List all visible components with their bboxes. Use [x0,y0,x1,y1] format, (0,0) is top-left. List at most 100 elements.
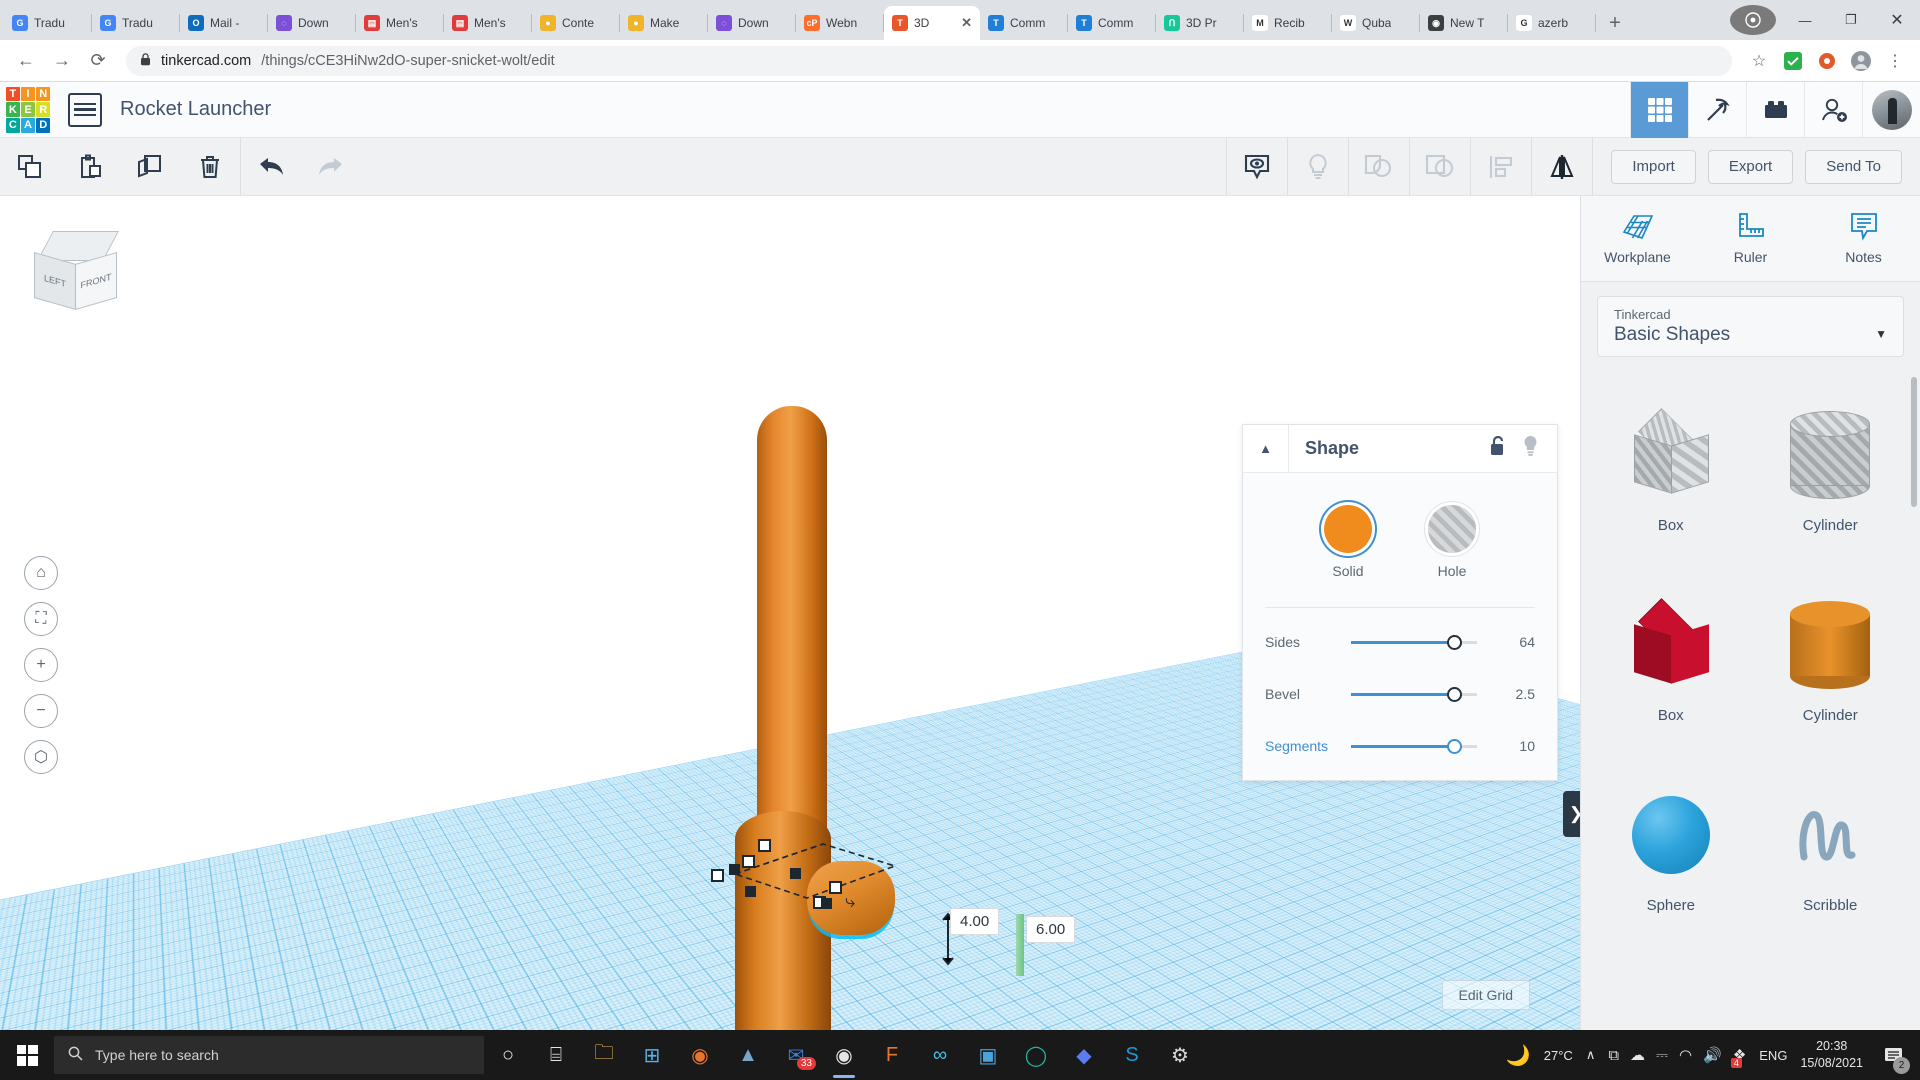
hole-swatch[interactable] [1428,505,1476,553]
light-button[interactable] [1288,138,1348,196]
flashprint-icon[interactable]: F [868,1030,916,1080]
slider-track[interactable] [1351,693,1477,696]
reload-button[interactable]: ⟳ [82,45,114,77]
redo-button[interactable] [301,138,361,196]
browser-tab[interactable]: cPWebn [796,6,884,40]
new-tab-button[interactable]: + [1600,8,1630,38]
solid-swatch[interactable] [1324,505,1372,553]
unlock-icon[interactable] [1489,435,1508,462]
chrome-icon[interactable]: ◉ [820,1030,868,1080]
chevron-down-icon[interactable]: ▼ [1875,327,1887,341]
browser-tab[interactable]: TComm [980,6,1068,40]
browser-tab[interactable]: Ո3D Pr [1156,6,1244,40]
resize-handle[interactable] [742,855,755,868]
browser-tab[interactable]: Gazerb [1508,6,1596,40]
center-handle[interactable] [790,868,801,879]
undo-button[interactable] [241,138,301,196]
ungroup-button[interactable] [1410,138,1470,196]
group-button[interactable] [1349,138,1409,196]
duplicate-button[interactable] [120,138,180,196]
infinity-icon[interactable]: ∞ [916,1030,964,1080]
volume-icon[interactable]: 🔊 [1703,1046,1722,1064]
zoom-out-button[interactable]: − [24,694,58,728]
search-input[interactable]: Type here to search [54,1036,484,1074]
shape-library-item[interactable]: Box [1591,565,1751,755]
export-button[interactable]: Export [1708,150,1793,184]
diamond-icon[interactable]: ◆ [1060,1030,1108,1080]
skype-icon[interactable]: S [1108,1030,1156,1080]
zoom-in-button[interactable]: + [24,648,58,682]
browser-tab[interactable]: GTradu [92,6,180,40]
lego-brick-icon[interactable] [1746,82,1804,138]
moon-icon[interactable]: 🌙 [1506,1043,1531,1068]
browser-tab[interactable]: TComm [1068,6,1156,40]
browser-tab[interactable]: ▤Men's [444,6,532,40]
project-list-button[interactable] [68,93,102,127]
barrel-shape[interactable] [757,406,827,856]
slider-knob[interactable] [1447,635,1462,650]
sidebar-item-workplane[interactable]: Workplane [1581,196,1694,281]
window-minimize-button[interactable]: — [1782,0,1828,40]
browser-tab[interactable]: ●Conte [532,6,620,40]
action-center-button[interactable]: 2 [1876,1030,1910,1080]
task-view-icon[interactable]: ⌸ [532,1030,580,1080]
light-bulb-icon[interactable] [1522,435,1539,462]
sidebar-item-ruler[interactable]: Ruler [1694,196,1807,281]
back-button[interactable]: ← [10,45,42,77]
page-title[interactable]: Rocket Launcher [120,98,271,121]
browser-tab[interactable]: ●Make [620,6,708,40]
extension-puzzle-icon[interactable] [1812,46,1842,76]
extension-check-icon[interactable] [1778,46,1808,76]
temperature-label[interactable]: 27°C [1544,1048,1573,1063]
tray-expand-chevron-icon[interactable]: ∧ [1586,1047,1596,1063]
avatar[interactable] [1862,82,1920,138]
language-indicator[interactable]: ENG [1759,1048,1787,1063]
browser-menu-button[interactable]: ⋮ [1880,46,1910,76]
view-cube[interactable]: LEFT FRONT [30,231,126,319]
wifi-icon[interactable]: ◠ [1679,1046,1692,1064]
browser-tab[interactable]: WQuba [1332,6,1420,40]
browser-tab[interactable]: ◌Down [708,6,796,40]
slider-knob[interactable] [1447,739,1462,754]
solid-option[interactable]: Solid [1324,505,1372,579]
shape-library-item[interactable]: Cylinder [1751,565,1911,755]
microsoft-store-icon[interactable]: ⊞ [628,1030,676,1080]
inspector-collapse-button[interactable]: ▲ [1243,425,1289,473]
thunderbird-icon[interactable]: ▲ [724,1030,772,1080]
slider-track[interactable] [1351,641,1477,644]
file-explorer-icon[interactable]: 🗀 [580,1030,628,1080]
start-button[interactable] [0,1030,54,1080]
browser-tab[interactable]: T3D✕ [884,6,980,40]
cortana-icon[interactable]: ○ [484,1030,532,1080]
window-close-button[interactable]: ✕ [1874,0,1920,40]
minecraft-pickaxe-icon[interactable] [1688,82,1746,138]
ortho-perspective-button[interactable]: ⬡ [24,740,58,774]
dimension-label[interactable]: 4.00 [950,908,999,935]
window-maximize-button[interactable]: ❐ [1828,0,1874,40]
home-view-button[interactable]: ⌂ [24,556,58,590]
design-grid-icon[interactable] [1630,82,1688,138]
align-button[interactable] [1471,138,1531,196]
address-bar[interactable]: tinkercad.com/things/cCE3HiNw2dO-super-s… [126,46,1732,76]
show-hide-button[interactable] [1227,138,1287,196]
center-handle[interactable] [729,864,740,875]
shape-library-item[interactable]: Cylinder [1751,375,1911,565]
center-handle[interactable] [745,886,756,897]
send-to-button[interactable]: Send To [1805,150,1902,184]
shape-library-select[interactable]: Tinkercad Basic Shapes ▼ [1597,296,1904,357]
rocket-launcher-model[interactable]: ⤷ [735,406,935,1030]
rotate-handle-icon[interactable]: ⤷ [845,891,855,912]
sidebar-item-notes[interactable]: Notes [1807,196,1920,281]
cura-icon[interactable]: ◯ [1012,1030,1060,1080]
edit-grid-button[interactable]: Edit Grid [1442,980,1530,1010]
camera-tray-icon[interactable]: ⧉ [1608,1047,1619,1064]
forward-button[interactable]: → [46,45,78,77]
extension-badge-icon[interactable] [1730,5,1776,35]
bookmark-star-icon[interactable]: ☆ [1744,46,1774,76]
browser-tab[interactable]: ◉New T [1420,6,1508,40]
hole-option[interactable]: Hole [1428,505,1476,579]
mail-icon[interactable]: ✉33 [772,1030,820,1080]
resize-handle[interactable] [711,869,724,882]
center-handle[interactable] [821,898,832,909]
browser-tab[interactable]: OMail - [180,6,268,40]
